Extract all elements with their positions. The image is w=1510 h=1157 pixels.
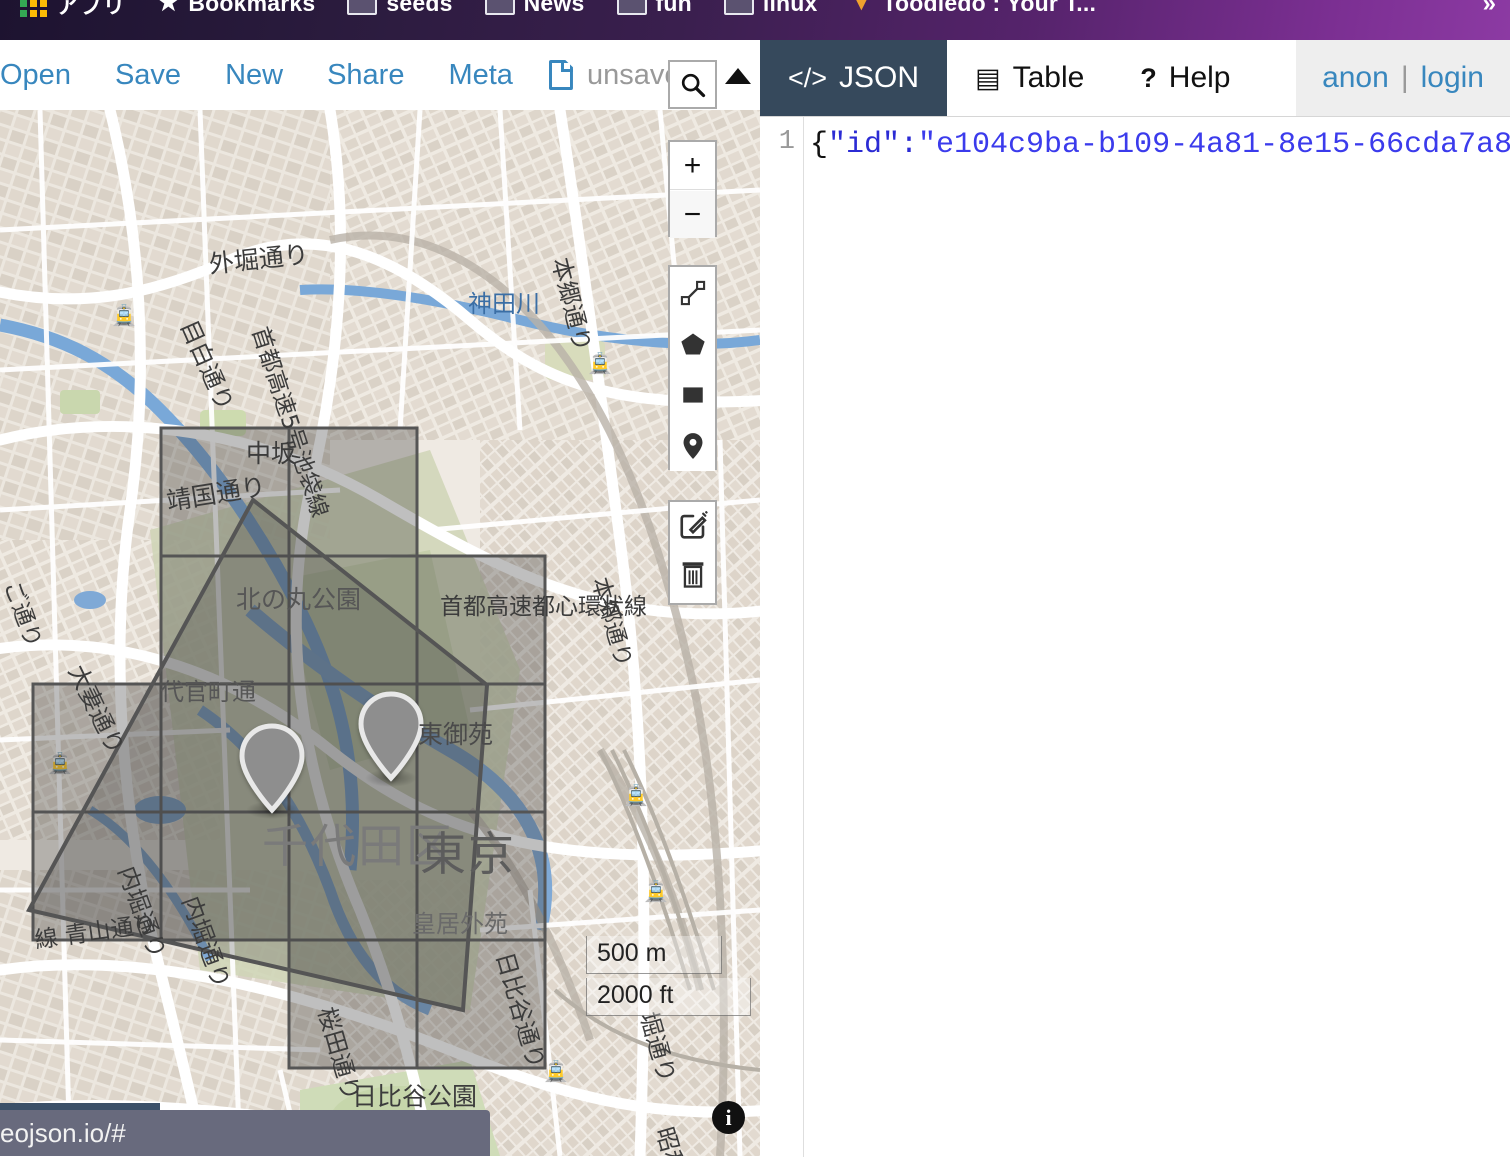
question-icon: ?: [1140, 62, 1157, 93]
line-number: 1: [778, 127, 795, 157]
edit-layers-button[interactable]: [670, 502, 715, 550]
scale-imperial: 2000 ft: [586, 978, 751, 1016]
svg-text:🚊: 🚊: [588, 351, 613, 375]
bookmark-label: seeds: [386, 0, 453, 16]
open-button[interactable]: Open: [0, 59, 93, 92]
tab-table-label: Table: [1012, 61, 1085, 94]
browser-bookmarks-bar: アプリ ★ Bookmarks seeds News fun linux ▼ T…: [0, 0, 1510, 40]
svg-text:🚊: 🚊: [112, 303, 137, 327]
bookmark-label: linux: [762, 0, 818, 16]
map-marker-icon: [683, 433, 702, 459]
edit-pencil-icon: [679, 511, 708, 539]
json-value: "e104c9ba-b109-4a81-8e15-66cda7a831b3: [918, 128, 1510, 162]
zoom-in-button[interactable]: +: [670, 142, 715, 190]
draw-marker-button[interactable]: [670, 420, 715, 471]
svg-text:北の丸公園: 北の丸公園: [236, 585, 361, 614]
draw-rectangle-button[interactable]: [670, 369, 715, 420]
json-editor[interactable]: 1 {"id":"e104c9ba-b109-4a81-8e15-66cda7a…: [760, 117, 1510, 1157]
bookmark-linux[interactable]: linux: [708, 0, 834, 17]
polygon-icon: [680, 333, 705, 355]
folder-icon: [484, 0, 515, 15]
panel-collapse-caret-icon[interactable]: [725, 68, 751, 84]
auth-block: anon | login: [1296, 40, 1510, 116]
scale-metric: 500 m: [586, 936, 722, 974]
bookmark-fun[interactable]: fun: [601, 0, 708, 17]
editor-line-numbers: 1: [760, 117, 804, 1157]
bookmark-label: fun: [655, 0, 692, 16]
current-user-label[interactable]: anon: [1322, 61, 1389, 95]
bookmark-toodledo[interactable]: ▼ Toodledo : Your T...: [834, 0, 1113, 17]
page-load-progress-bar: [0, 1103, 160, 1110]
draw-tools: [668, 265, 717, 471]
editor-code-content[interactable]: {"id":"e104c9ba-b109-4a81-8e15-66cda7a83…: [804, 117, 1510, 1157]
chevron-icon: ▼: [849, 0, 874, 16]
side-panel: </> JSON ▤ Table ? Help anon | login 1 {…: [760, 40, 1510, 1157]
svg-text:🚊: 🚊: [624, 783, 649, 807]
tab-json[interactable]: </> JSON: [760, 40, 948, 116]
svg-text:東御苑: 東御苑: [418, 720, 493, 749]
bookmark-bookmarks[interactable]: ★ Bookmarks: [142, 0, 332, 17]
bookmarks-list: アプリ ★ Bookmarks seeds News fun linux ▼ T…: [0, 0, 1112, 18]
code-icon: </>: [788, 62, 828, 93]
map-container[interactable]: 🚊🚊 🚊🚊 🚊🚊: [0, 110, 760, 1156]
map-attribution-info-icon[interactable]: i: [712, 1101, 745, 1134]
tab-help[interactable]: ? Help: [1112, 40, 1259, 116]
document-icon: [549, 60, 573, 90]
edit-tools: [668, 500, 717, 605]
bookmark-seeds[interactable]: seeds: [331, 0, 468, 17]
folder-icon: [723, 0, 754, 15]
bookmark-label: アプリ: [56, 0, 126, 18]
polyline-icon: [680, 280, 705, 305]
draw-polygon-button[interactable]: [670, 318, 715, 369]
auth-separator: |: [1400, 61, 1409, 94]
table-icon: ▤: [975, 62, 1001, 93]
status-url-text: eojson.io/#: [0, 1117, 126, 1148]
login-link[interactable]: login: [1421, 61, 1484, 95]
svg-text:日比谷公園: 日比谷公園: [352, 1082, 477, 1111]
tab-table[interactable]: ▤ Table: [947, 40, 1113, 116]
trash-icon: [682, 561, 703, 588]
save-button[interactable]: Save: [93, 59, 203, 92]
folder-icon: [347, 0, 378, 15]
svg-text:神田川: 神田川: [468, 290, 540, 318]
svg-text:代官町通: 代官町通: [160, 678, 256, 706]
svg-text:🚊: 🚊: [644, 879, 669, 903]
meta-button[interactable]: Meta: [426, 59, 534, 92]
apps-grid-icon: [20, 0, 47, 17]
tab-help-label: Help: [1168, 61, 1231, 94]
bookmarks-overflow-button[interactable]: »: [1483, 0, 1496, 18]
bookmark-label: News: [523, 0, 585, 16]
map-scale-control: 500 m 2000 ft: [586, 936, 751, 1016]
zoom-out-button[interactable]: −: [670, 190, 715, 238]
bookmark-apps[interactable]: アプリ: [0, 0, 142, 20]
bookmark-news[interactable]: News: [469, 0, 601, 17]
browser-status-bar: eojson.io/#: [0, 1110, 490, 1156]
search-icon: [681, 73, 705, 97]
bookmark-label: Toodledo : Your T...: [882, 0, 1097, 16]
share-button[interactable]: Share: [305, 59, 426, 92]
star-icon: ★: [157, 0, 180, 16]
new-button[interactable]: New: [203, 59, 305, 92]
folder-icon: [616, 0, 647, 15]
tab-json-label: JSON: [839, 61, 920, 94]
json-open-brace: {: [810, 128, 829, 162]
svg-text:中坂: 中坂: [246, 439, 296, 468]
bookmark-label: Bookmarks: [188, 0, 316, 16]
panel-tab-bar: </> JSON ▤ Table ? Help anon | login: [760, 40, 1510, 117]
svg-text:皇居外苑: 皇居外苑: [412, 910, 508, 938]
delete-layers-button[interactable]: [670, 550, 715, 598]
rectangle-icon: [682, 387, 703, 403]
app-toolbar: Open Save New Share Meta unsaved: [0, 40, 760, 110]
map-search-button[interactable]: [668, 60, 717, 109]
zoom-controls: + −: [668, 140, 717, 238]
json-key: "id":: [828, 128, 919, 162]
draw-line-button[interactable]: [670, 267, 715, 318]
svg-text:東京: 東京: [420, 827, 516, 881]
